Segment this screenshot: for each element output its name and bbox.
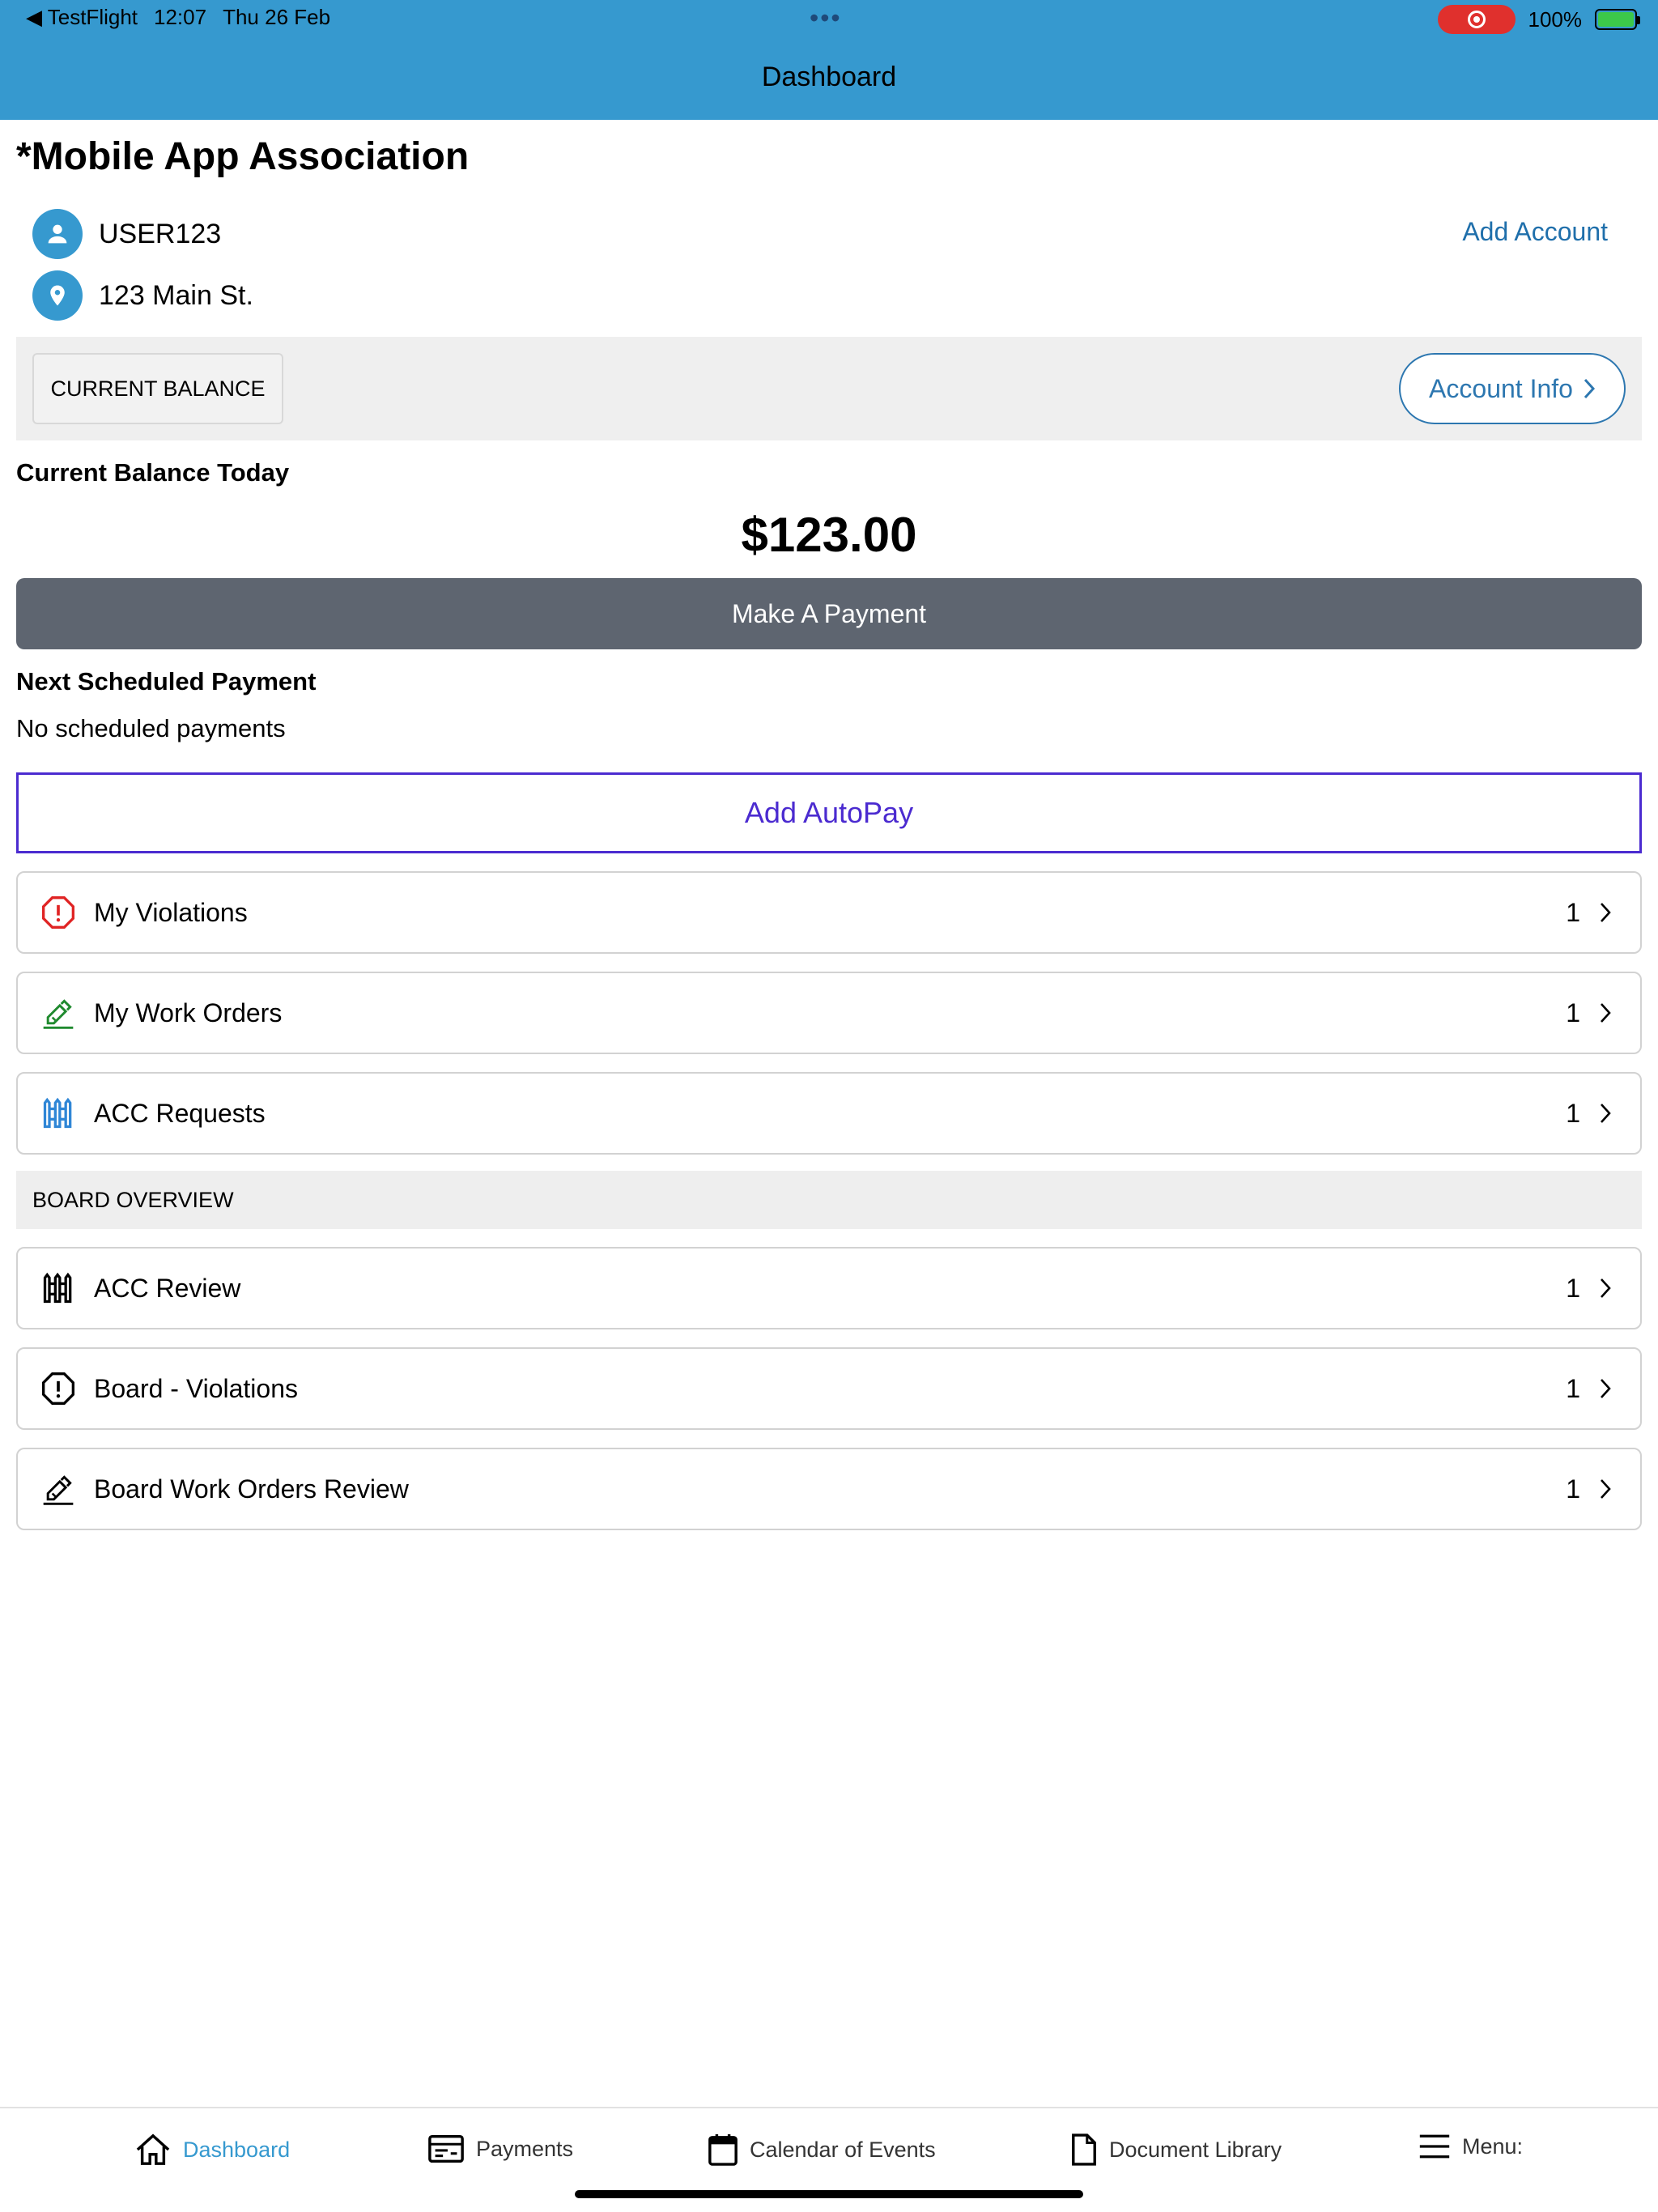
balance-today-label: Current Balance Today bbox=[16, 458, 290, 487]
row-label: Board Work Orders Review bbox=[94, 1474, 409, 1504]
current-balance-tab[interactable]: CURRENT BALANCE bbox=[32, 353, 283, 424]
chevron-right-icon bbox=[1598, 1100, 1616, 1126]
tab-label: Payments bbox=[476, 2136, 574, 2161]
fence-icon bbox=[40, 1270, 76, 1306]
balance-header: CURRENT BALANCE Account Info bbox=[16, 337, 1642, 440]
payments-icon bbox=[428, 2134, 464, 2163]
next-payment-heading: Next Scheduled Payment bbox=[16, 667, 317, 696]
tab-menu[interactable]: Menu: bbox=[1418, 2133, 1523, 2160]
list-item-acc-requests[interactable]: ACC Requests 1 bbox=[16, 1072, 1642, 1155]
status-time: 12:07 bbox=[154, 5, 207, 29]
chevron-right-icon bbox=[1584, 378, 1595, 399]
list-item-board-violations[interactable]: Board - Violations 1 bbox=[16, 1347, 1642, 1430]
document-icon bbox=[1072, 2133, 1096, 2166]
tab-label: Document Library bbox=[1109, 2137, 1282, 2162]
multitasking-dots[interactable]: ••• bbox=[810, 3, 842, 33]
list-item-my-violations[interactable]: My Violations 1 bbox=[16, 871, 1642, 954]
row-count: 1 bbox=[1566, 1373, 1580, 1403]
row-count: 1 bbox=[1566, 1474, 1580, 1504]
battery-percent: 100% bbox=[1528, 6, 1583, 32]
menu-icon bbox=[1419, 2134, 1450, 2159]
add-autopay-button[interactable]: Add AutoPay bbox=[16, 772, 1642, 853]
work-order-icon bbox=[40, 1471, 76, 1507]
row-label: My Work Orders bbox=[94, 998, 283, 1027]
fence-icon bbox=[40, 1095, 76, 1131]
chevron-right-icon bbox=[1598, 1275, 1616, 1301]
calendar-icon bbox=[708, 2134, 738, 2166]
user-row: USER123 bbox=[32, 209, 221, 259]
work-order-icon bbox=[40, 995, 76, 1031]
row-label: My Violations bbox=[94, 897, 248, 927]
chevron-right-icon bbox=[1598, 900, 1616, 925]
account-info-label: Account Info bbox=[1429, 373, 1573, 403]
list-item-board-work-orders-review[interactable]: Board Work Orders Review 1 bbox=[16, 1448, 1642, 1530]
username: USER123 bbox=[99, 218, 222, 249]
tab-document-library[interactable]: Document Library bbox=[1070, 2133, 1282, 2167]
tab-label: Dashboard bbox=[183, 2137, 291, 2162]
back-to-app-link[interactable]: ◀ TestFlight bbox=[26, 5, 138, 30]
association-name: *Mobile App Association bbox=[16, 135, 470, 178]
status-left: ◀ TestFlight 12:07 Thu 26 Feb bbox=[26, 5, 330, 30]
violation-icon bbox=[40, 1371, 76, 1406]
row-count: 1 bbox=[1566, 998, 1580, 1027]
list-item-my-work-orders[interactable]: My Work Orders 1 bbox=[16, 972, 1642, 1054]
status-date: Thu 26 Feb bbox=[223, 5, 331, 29]
board-overview-header: BOARD OVERVIEW bbox=[16, 1171, 1642, 1229]
chevron-right-icon bbox=[1598, 1476, 1616, 1502]
tab-dashboard[interactable]: Dashboard bbox=[134, 2133, 290, 2167]
row-count: 1 bbox=[1566, 1098, 1580, 1128]
chevron-right-icon bbox=[1598, 1376, 1616, 1402]
scheduled-payments-text: No scheduled payments bbox=[16, 714, 286, 742]
violation-icon bbox=[40, 895, 76, 930]
row-label: Board - Violations bbox=[94, 1373, 298, 1403]
row-label: ACC Requests bbox=[94, 1098, 266, 1128]
tab-label: Calendar of Events bbox=[750, 2137, 936, 2162]
top-bar: ◀ TestFlight 12:07 Thu 26 Feb ••• 100% D… bbox=[0, 0, 1658, 120]
row-count: 1 bbox=[1566, 1273, 1580, 1303]
add-account-link[interactable]: Add Account bbox=[1462, 217, 1608, 247]
row-count: 1 bbox=[1566, 897, 1580, 927]
tab-calendar-of-events[interactable]: Calendar of Events bbox=[708, 2133, 936, 2167]
screen-recording-indicator[interactable] bbox=[1437, 5, 1516, 34]
record-icon bbox=[1467, 11, 1486, 28]
section-label: BOARD OVERVIEW bbox=[32, 1187, 234, 1212]
row-label: ACC Review bbox=[94, 1273, 241, 1303]
home-icon bbox=[136, 2133, 170, 2165]
battery-icon bbox=[1595, 9, 1640, 30]
address: 123 Main St. bbox=[99, 279, 253, 311]
list-item-acc-review[interactable]: ACC Review 1 bbox=[16, 1247, 1642, 1329]
address-row: 123 Main St. bbox=[32, 270, 253, 321]
location-pin-icon bbox=[32, 270, 83, 321]
balance-amount: $123.00 bbox=[741, 508, 917, 562]
account-info-button[interactable]: Account Info bbox=[1399, 353, 1626, 424]
make-payment-button[interactable]: Make A Payment bbox=[16, 578, 1642, 649]
user-icon bbox=[32, 209, 83, 259]
chevron-right-icon bbox=[1598, 1000, 1616, 1026]
page-title: Dashboard bbox=[761, 62, 897, 92]
tab-label: Menu: bbox=[1462, 2133, 1524, 2159]
tab-payments[interactable]: Payments bbox=[427, 2133, 573, 2165]
home-indicator[interactable] bbox=[575, 2190, 1083, 2198]
status-right: 100% bbox=[1437, 5, 1640, 34]
